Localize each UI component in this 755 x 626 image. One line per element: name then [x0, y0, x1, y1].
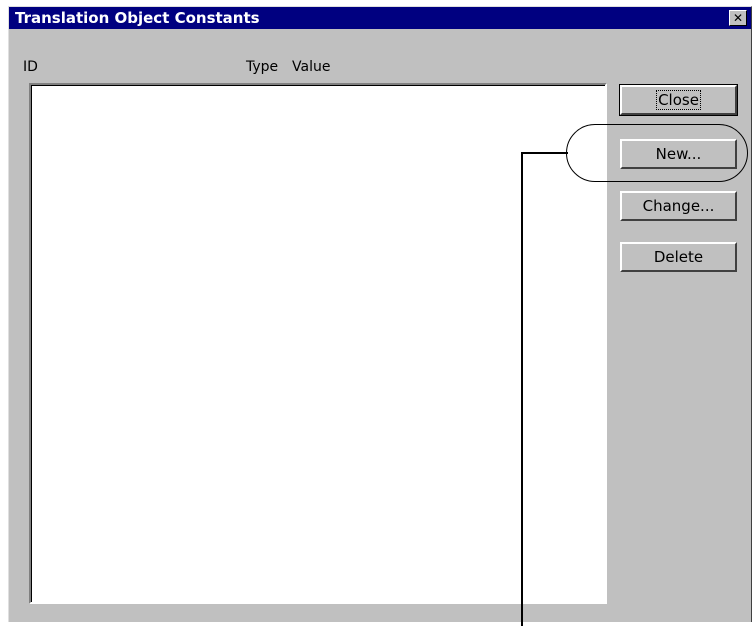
callout-line-vertical	[521, 152, 523, 626]
close-icon[interactable]: ✕	[729, 10, 747, 26]
window-title: Translation Object Constants	[15, 9, 260, 27]
delete-button-label: Delete	[653, 248, 704, 266]
delete-button[interactable]: Delete	[620, 242, 737, 272]
column-header-type[interactable]: Type	[246, 59, 278, 75]
title-bar: Translation Object Constants ✕	[9, 7, 751, 29]
callout-line-horizontal	[522, 152, 568, 154]
dialog-window: Translation Object Constants ✕ ID Type V…	[8, 6, 752, 622]
change-button-label: Change...	[642, 197, 715, 215]
new-button-label: New...	[655, 145, 702, 163]
change-button[interactable]: Change...	[620, 191, 737, 221]
new-button[interactable]: New...	[620, 139, 737, 169]
close-button-label: Close	[656, 90, 701, 110]
column-header-value[interactable]: Value	[292, 59, 330, 75]
constants-list-frame	[31, 85, 605, 602]
column-header-id[interactable]: ID	[23, 59, 38, 75]
close-button[interactable]: Close	[619, 84, 738, 116]
